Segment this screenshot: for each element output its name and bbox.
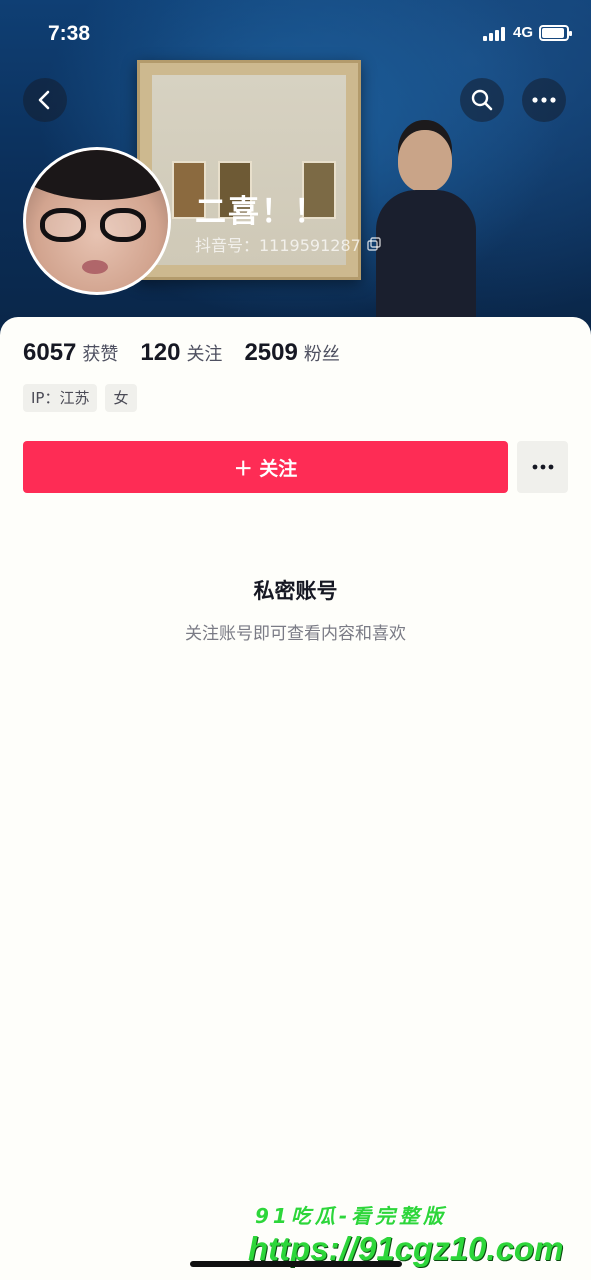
stat-followers[interactable]: 2509 粉丝	[244, 339, 339, 367]
douyin-id-row[interactable]: 抖音号：1119591287	[195, 232, 381, 256]
more-options-button[interactable]	[522, 78, 566, 122]
stat-likes[interactable]: 6057 获赞	[23, 339, 118, 367]
private-account-description: 关注账号即可查看内容和喜欢	[185, 624, 406, 644]
search-button[interactable]	[460, 78, 504, 122]
battery-level	[542, 27, 564, 38]
private-account-title: 私密账号	[253, 579, 338, 603]
avatar-hair	[26, 150, 168, 200]
profile-tags: IP：江苏 女	[23, 384, 137, 412]
stat-following-value: 120	[140, 339, 181, 366]
douyin-id: 抖音号：1119591287	[195, 236, 361, 255]
tag-gender: 女	[105, 384, 137, 412]
home-indicator[interactable]	[190, 1261, 402, 1267]
profile-stats: 6057 获赞 120 关注 2509 粉丝	[23, 339, 340, 367]
stat-likes-label: 获赞	[82, 344, 119, 365]
profile-screen: 7:38 4G 二喜！！ 抖音号：1119591287 6057 获赞 120 …	[0, 0, 591, 1280]
stat-followers-label: 粉丝	[303, 344, 340, 365]
chevron-left-icon	[38, 90, 50, 110]
more-horizontal-icon	[532, 97, 556, 103]
watermark-text: 91吃瓜-看完整版	[255, 1204, 448, 1228]
network-type: 4G	[512, 24, 533, 41]
battery-icon	[539, 24, 572, 41]
avatar-glasses-lens	[40, 208, 86, 242]
stat-likes-value: 6057	[23, 339, 77, 366]
banner-person	[370, 120, 490, 340]
stat-followers-value: 2509	[244, 339, 298, 366]
status-indicators: 4G	[482, 24, 572, 41]
stat-following-label: 关注	[186, 344, 223, 365]
avatar-glasses-lens	[100, 208, 146, 242]
banner-person-head	[398, 130, 452, 192]
profile-card: 6057 获赞 120 关注 2509 粉丝 IP：江苏 女 ＋ 关注 私密账号…	[0, 317, 591, 1280]
signal-icon	[482, 25, 505, 41]
avatar-mouth	[82, 260, 108, 274]
search-icon	[471, 89, 493, 111]
follow-button[interactable]: ＋ 关注	[23, 441, 508, 493]
tag-ip-location: IP：江苏	[23, 384, 98, 412]
back-button[interactable]	[23, 78, 67, 122]
copy-icon[interactable]	[367, 237, 381, 251]
display-name: 二喜！！	[195, 194, 327, 230]
status-time: 7:38	[48, 22, 91, 45]
more-horizontal-icon	[532, 464, 553, 470]
stat-following[interactable]: 120 关注	[140, 339, 222, 367]
more-actions-button[interactable]	[517, 441, 568, 493]
avatar[interactable]	[23, 147, 171, 295]
